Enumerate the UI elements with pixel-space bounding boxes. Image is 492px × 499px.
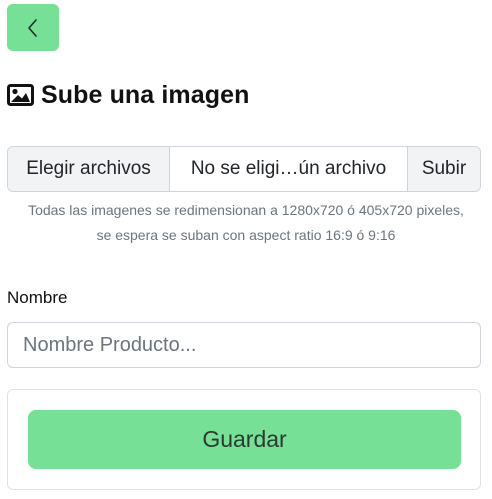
upload-help-text: Todas las imagenes se redimensionan a 12…: [0, 198, 492, 248]
name-input[interactable]: [7, 322, 481, 368]
upload-image-page: Sube una imagen Elegir archivos No se el…: [0, 0, 492, 499]
save-button[interactable]: Guardar: [28, 410, 461, 469]
help-text-line: Todas las imagenes se redimensionan a 12…: [28, 202, 464, 218]
name-label: Nombre: [7, 288, 68, 307]
image-icon: [7, 84, 34, 106]
page-title: Sube una imagen: [41, 80, 250, 109]
save-card: Guardar: [7, 389, 481, 490]
page-title-row: Sube una imagen: [7, 78, 249, 112]
file-upload-group: Elegir archivos No se eligi…ún archivo S…: [7, 146, 481, 192]
choose-files-button[interactable]: Elegir archivos: [8, 147, 170, 191]
chevron-left-icon: [28, 18, 37, 37]
back-button[interactable]: [7, 4, 59, 51]
help-text-line: se espera se suban con aspect ratio 16:9…: [96, 227, 396, 243]
file-status-text: No se eligi…ún archivo: [170, 147, 408, 191]
upload-button[interactable]: Subir: [408, 147, 480, 191]
